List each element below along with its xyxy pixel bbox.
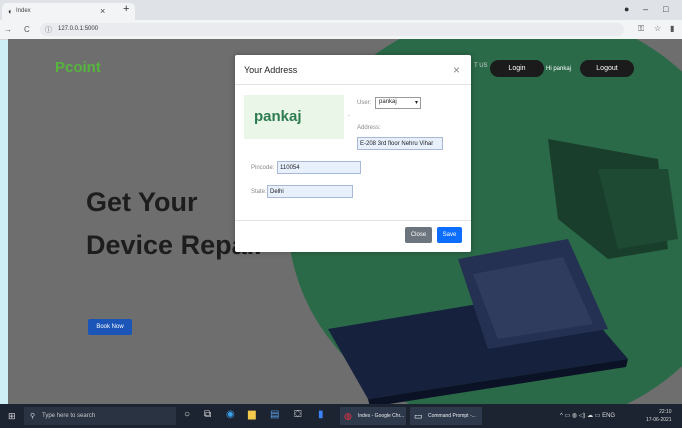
taskbar: ⊞ ⚲ Type here to search ○ ⧉ ◉ ▆ ▤ ⛋ ▮ ◍ … <box>0 404 682 428</box>
separator: - <box>348 113 350 119</box>
clock-date: 17-06-2021 <box>646 417 672 423</box>
address-field[interactable]: E-208 3rd floor Nehru Vihar <box>357 137 443 150</box>
hero-heading-line1: Get Your <box>86 187 198 217</box>
taskbar-app-cmd[interactable]: ▭ Command Prompt -... <box>410 407 482 425</box>
close-tab-icon[interactable]: × <box>100 6 105 16</box>
volume-icon[interactable]: ◁) <box>579 413 586 419</box>
modal-footer-divider <box>235 220 471 221</box>
close-icon[interactable]: × <box>453 63 460 77</box>
brand-logo[interactable]: Pcoint <box>55 59 101 76</box>
network-icon[interactable]: ◍ <box>572 413 577 419</box>
state-label: State: <box>251 189 267 195</box>
modal-title: Your Address <box>244 65 298 75</box>
page-edge <box>0 0 8 404</box>
taskbar-search[interactable]: ⚲ Type here to search <box>24 407 176 425</box>
edge-icon[interactable]: ◉ <box>226 409 235 420</box>
taskbar-app-cmd-label: Command Prompt -... <box>428 413 476 419</box>
cortana-icon[interactable]: ○ <box>184 409 190 420</box>
task-view-icon[interactable]: ⧉ <box>204 409 211 420</box>
user-label: User: <box>357 100 372 106</box>
chevron-up-icon[interactable]: ^ <box>560 413 563 419</box>
chevron-down-icon: ▾ <box>414 100 418 106</box>
language-indicator[interactable]: ENG <box>602 413 615 419</box>
battery-icon[interactable]: ▭ <box>565 413 571 419</box>
clock[interactable]: 22:10 17-06-2021 <box>646 408 672 424</box>
forward-icon[interactable]: → <box>4 25 12 34</box>
system-tray[interactable]: ^ ▭ ◍ ◁) ☁ ▭ ENG <box>560 412 615 419</box>
address-bar: → C ⓘ 127.0.0.1:5000 ⚿ ☆ ▮ <box>0 20 682 40</box>
address-label: Address: <box>357 125 381 131</box>
maximize-icon[interactable]: □ <box>663 4 668 14</box>
key-icon[interactable]: ⚿ <box>638 24 644 34</box>
user-select-value: pankaj <box>379 99 397 105</box>
greeting-text: Hi pankaj <box>546 66 572 72</box>
user-select[interactable]: pankaj ▾ <box>375 97 421 109</box>
url-text: 127.0.0.1:5000 <box>58 26 99 32</box>
mail-icon[interactable]: ▤ <box>270 409 279 420</box>
reload-icon[interactable]: C <box>24 25 30 34</box>
chrome-icon: ◍ <box>344 411 352 421</box>
pincode-field[interactable]: 110054 <box>277 161 361 174</box>
browser-window: ◐ Index × + ● – □ → C ⓘ 127.0.0.1:5000 ⚿… <box>0 0 682 404</box>
profile-icon[interactable]: ● <box>624 4 629 14</box>
store-icon[interactable]: ⛋ <box>294 409 302 420</box>
terminal-icon: ▭ <box>414 411 423 421</box>
taskbar-app-chrome[interactable]: ◍ Index - Google Chr... <box>340 407 406 425</box>
login-button[interactable]: Login <box>490 60 544 77</box>
save-button[interactable]: Save <box>437 227 462 243</box>
app-icon[interactable]: ▮ <box>318 409 324 420</box>
browser-tab[interactable]: ◐ Index × <box>2 3 135 20</box>
extension-icon[interactable]: ▮ <box>670 24 674 33</box>
keyboard-icon[interactable]: ▭ <box>595 413 601 419</box>
globe-icon: ◐ <box>8 7 13 16</box>
taskbar-app-chrome-label: Index - Google Chr... <box>358 413 405 419</box>
tab-strip: ◐ Index × + ● – □ <box>0 0 682 20</box>
address-modal: Your Address × pankaj - User: pankaj ▾ A… <box>235 55 471 252</box>
star-icon[interactable]: ☆ <box>654 24 661 33</box>
user-display-name: pankaj <box>254 108 302 125</box>
cloud-icon[interactable]: ☁ <box>587 413 593 419</box>
url-field[interactable]: ⓘ 127.0.0.1:5000 <box>40 23 624 36</box>
file-explorer-icon[interactable]: ▆ <box>248 409 256 420</box>
new-tab-icon[interactable]: + <box>123 3 129 15</box>
book-now-button[interactable]: Book Now <box>88 319 132 335</box>
state-field[interactable]: Delhi <box>267 185 353 198</box>
info-icon: ⓘ <box>45 27 52 34</box>
start-icon[interactable]: ⊞ <box>8 411 16 422</box>
close-button[interactable]: Close <box>405 227 432 243</box>
user-card: pankaj <box>244 95 344 139</box>
clock-time: 22:10 <box>659 409 672 415</box>
search-icon: ⚲ <box>30 413 36 420</box>
pincode-label: Pincode: <box>251 165 275 171</box>
modal-divider <box>235 84 471 85</box>
minimize-icon[interactable]: – <box>643 4 648 14</box>
taskbar-search-placeholder: Type here to search <box>42 413 96 419</box>
logout-button[interactable]: Logout <box>580 60 634 77</box>
nav-link-contact[interactable]: T US <box>474 63 488 69</box>
tab-title: Index <box>16 8 31 14</box>
